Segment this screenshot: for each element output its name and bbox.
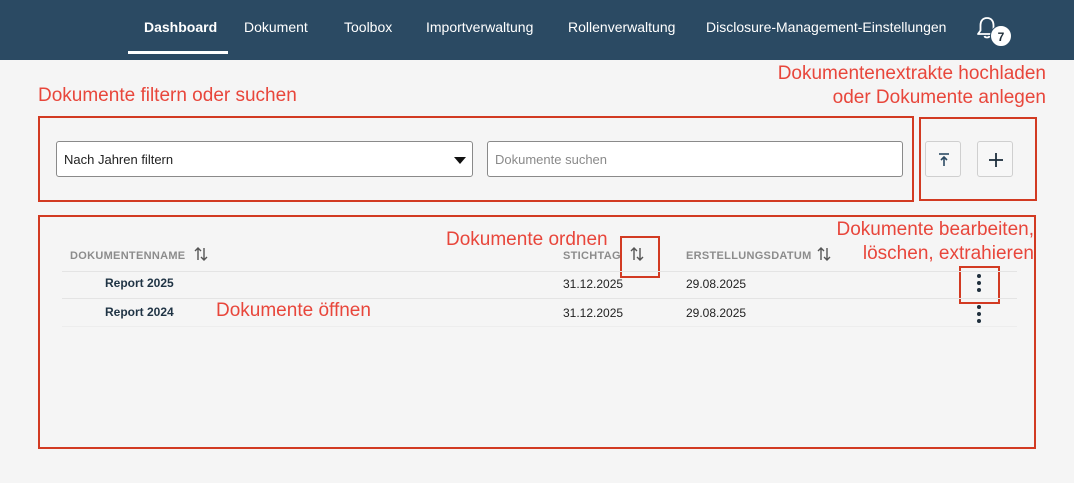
more-vertical-icon[interactable] [972,274,986,296]
table-divider [62,326,1017,327]
table-divider [62,271,1017,272]
upload-extract-button[interactable] [925,141,961,177]
document-search-input[interactable] [487,141,903,177]
sort-icon[interactable] [193,246,209,262]
nav-item-dokument[interactable]: Dokument [244,19,308,35]
top-navigation-bar: Dashboard Dokument Toolbox Importverwalt… [0,0,1074,60]
cell-erstellungsdatum: 29.08.2025 [686,277,747,291]
annotation-filter-search: Dokumente filtern oder suchen [38,85,297,106]
column-header-stichtag: STICHTAG [563,250,621,262]
nav-item-dashboard[interactable]: Dashboard [144,19,217,35]
nav-item-importverwaltung[interactable]: Importverwaltung [426,19,533,35]
year-filter-select[interactable]: Nach Jahren filtern [56,141,473,177]
annotation-upload-line1: Dokumentenextrakte hochladen [777,63,1046,84]
document-link-report-2024[interactable]: Report 2024 [105,305,174,319]
nav-item-toolbox[interactable]: Toolbox [344,19,392,35]
year-filter-value: Nach Jahren filtern [64,152,174,167]
notification-count-badge[interactable]: 7 [990,25,1012,47]
table-divider [62,298,1017,299]
annotation-upload-line2: oder Dokumente anlegen [832,87,1046,108]
nav-item-disclosure-settings[interactable]: Disclosure-Management-Einstellungen [706,19,946,35]
cell-erstellungsdatum: 29.08.2025 [686,306,747,320]
column-header-dokumentenname: DOKUMENTENNAME [70,250,186,262]
cell-stichtag: 31.12.2025 [563,306,624,320]
cell-stichtag: 31.12.2025 [563,277,624,291]
chevron-down-icon [454,157,466,164]
nav-item-rollenverwaltung[interactable]: Rollenverwaltung [568,19,675,35]
more-vertical-icon[interactable] [972,305,986,327]
highlight-table-area [38,215,1036,449]
sort-icon[interactable] [816,246,832,262]
active-tab-indicator [128,51,228,54]
sort-icon[interactable] [629,246,645,262]
document-link-report-2025[interactable]: Report 2025 [105,276,174,290]
column-header-erstellungsdatum: ERSTELLUNGSDATUM [686,250,812,262]
add-document-button[interactable] [977,141,1013,177]
plus-icon [989,153,1003,167]
upload-icon [939,153,949,166]
